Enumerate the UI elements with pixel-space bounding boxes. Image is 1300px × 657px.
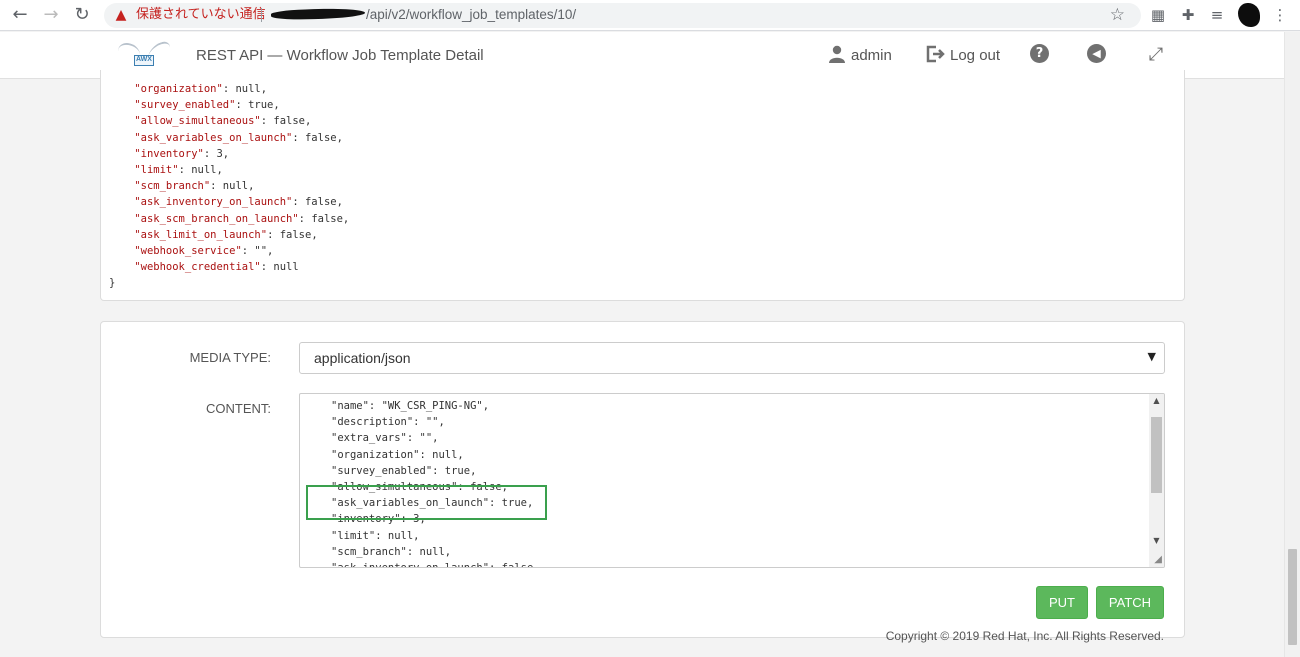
logo-badge: AWX	[134, 55, 154, 66]
username: admin	[851, 47, 892, 64]
json-key: "ask_variables_on_launch"	[134, 131, 293, 144]
json-line: "limit": null,	[109, 162, 349, 178]
json-line: "ask_scm_branch_on_launch": false,	[109, 211, 349, 227]
bookmark-star-icon[interactable]: ☆	[1110, 5, 1125, 25]
json-value: : 3,	[203, 147, 230, 160]
response-panel: "organization": null, "survey_enabled": …	[100, 70, 1185, 301]
url-text[interactable]: /api/v2/workflow_job_templates/10/	[366, 7, 576, 23]
json-line: "inventory": 3,	[109, 146, 349, 162]
json-key: "ask_limit_on_launch"	[134, 228, 268, 241]
media-type-value: application/json	[314, 350, 411, 366]
json-value: : true,	[235, 99, 280, 112]
json-line: "allow_simultaneous": false,	[109, 113, 349, 129]
media-playlist-icon[interactable]: ≡	[1206, 4, 1228, 26]
logout-icon	[926, 45, 945, 63]
json-key: "ask_inventory_on_launch"	[134, 196, 293, 209]
json-line: "webhook_credential": null	[109, 259, 349, 275]
json-key: "inventory"	[134, 147, 204, 160]
chevron-down-icon: ▼	[1147, 350, 1156, 363]
page-scrollbar-thumb[interactable]	[1288, 549, 1297, 645]
response-json: "organization": null, "survey_enabled": …	[109, 81, 349, 275]
json-value: : false,	[267, 228, 318, 241]
json-line: "ask_inventory_on_launch": false,	[109, 194, 349, 210]
json-line: "ask_variables_on_launch": false,	[109, 130, 349, 146]
json-key: "webhook_credential"	[134, 261, 261, 274]
json-value: : false,	[298, 212, 350, 225]
logout-link[interactable]: Log out	[926, 45, 1000, 66]
textarea-scrollbar[interactable]: ▲ ▼	[1149, 394, 1164, 567]
json-value: : null,	[210, 180, 255, 193]
resize-grip-icon[interactable]: ◢	[1154, 555, 1162, 565]
json-key: "webhook_service"	[134, 245, 242, 258]
browser-toolbar: ← → ↻ ▲ 保護されていない通信 /api/v2/workflow_job_…	[0, 0, 1300, 31]
address-bar[interactable]: ▲ 保護されていない通信 /api/v2/workflow_job_templa…	[104, 3, 1141, 28]
help-button[interactable]: ?	[1030, 44, 1052, 66]
qr-code-icon[interactable]: ▦	[1147, 4, 1169, 26]
content-line[interactable]: "survey_enabled": true,	[331, 463, 540, 479]
json-line: "webhook_service": "",	[109, 243, 349, 259]
expand-icon[interactable]: ⤢	[1145, 44, 1167, 66]
json-value: : false,	[260, 115, 312, 128]
json-line: "ask_limit_on_launch": false,	[109, 227, 349, 243]
highlight-box	[306, 485, 547, 520]
media-type-label: MEDIA TYPE:	[189, 350, 271, 365]
json-key: "allow_simultaneous"	[134, 115, 261, 128]
user-icon	[829, 45, 845, 63]
back-arrow-icon[interactable]: ←	[9, 4, 31, 26]
json-value: : false,	[292, 196, 343, 209]
content-line[interactable]: "ask_inventory_on_launch": false,	[331, 560, 540, 567]
json-line: "organization": null,	[109, 81, 349, 97]
scroll-down-icon[interactable]: ▼	[1149, 536, 1164, 545]
json-value: : null	[260, 261, 299, 274]
content-line[interactable]: "extra_vars": "",	[331, 430, 540, 446]
arrow-left-circle-icon: ◀	[1087, 44, 1106, 63]
closing-brace: }	[109, 277, 116, 289]
request-form: MEDIA TYPE: application/json ▼ CONTENT: …	[100, 321, 1185, 643]
profile-avatar[interactable]	[1238, 3, 1260, 27]
page-scrollbar[interactable]	[1284, 32, 1300, 657]
content-line[interactable]: "organization": null,	[331, 447, 540, 463]
content-label: CONTENT:	[206, 401, 271, 416]
awx-logo[interactable]: AWX	[118, 39, 170, 73]
scroll-up-icon[interactable]: ▲	[1149, 396, 1164, 405]
json-line: "scm_branch": null,	[109, 178, 349, 194]
textarea-scrollbar-thumb[interactable]	[1151, 417, 1162, 493]
redacted-host	[270, 7, 366, 21]
user-menu[interactable]: admin	[828, 45, 892, 66]
content-line[interactable]: "description": "",	[331, 414, 540, 430]
kebab-menu-icon[interactable]: ⋮	[1269, 4, 1291, 26]
security-warning[interactable]: 保護されていない通信	[136, 7, 266, 23]
patch-button[interactable]: PATCH	[1096, 586, 1164, 619]
logout-label: Log out	[950, 47, 1001, 64]
json-key: "ask_scm_branch_on_launch"	[134, 212, 299, 225]
forward-arrow-icon[interactable]: →	[40, 4, 62, 26]
json-key: "survey_enabled"	[134, 99, 236, 112]
json-value: : false,	[292, 131, 343, 144]
omnibox-divider	[261, 8, 262, 22]
content-textarea[interactable]: "name": "WK_CSR_PING-NG", "description": …	[299, 393, 1165, 568]
json-line: "survey_enabled": true,	[109, 97, 349, 113]
copyright-text: Copyright © 2019 Red Hat, Inc. All Right…	[885, 629, 1164, 643]
json-key: "scm_branch"	[134, 180, 211, 193]
content-line[interactable]: "name": "WK_CSR_PING-NG",	[331, 398, 540, 414]
content-line[interactable]: "limit": null,	[331, 528, 540, 544]
media-type-select[interactable]: application/json ▼	[299, 342, 1165, 374]
json-key: "organization"	[134, 83, 223, 95]
extensions-puzzle-icon[interactable]: ✚	[1177, 4, 1199, 26]
question-circle-icon: ?	[1030, 44, 1049, 63]
json-key: "limit"	[134, 164, 179, 177]
page-title: REST API — Workflow Job Template Detail	[196, 47, 484, 64]
content-text[interactable]: "name": "WK_CSR_PING-NG", "description": …	[331, 398, 540, 567]
put-button[interactable]: PUT	[1036, 586, 1088, 619]
warning-triangle-icon: ▲	[115, 7, 127, 23]
back-button[interactable]: ◀	[1087, 44, 1109, 66]
json-value: : null,	[178, 164, 223, 177]
content-line[interactable]: "scm_branch": null,	[331, 544, 540, 560]
json-value: : null,	[222, 83, 268, 95]
reload-icon[interactable]: ↻	[71, 4, 93, 26]
json-value: : "",	[241, 245, 274, 258]
